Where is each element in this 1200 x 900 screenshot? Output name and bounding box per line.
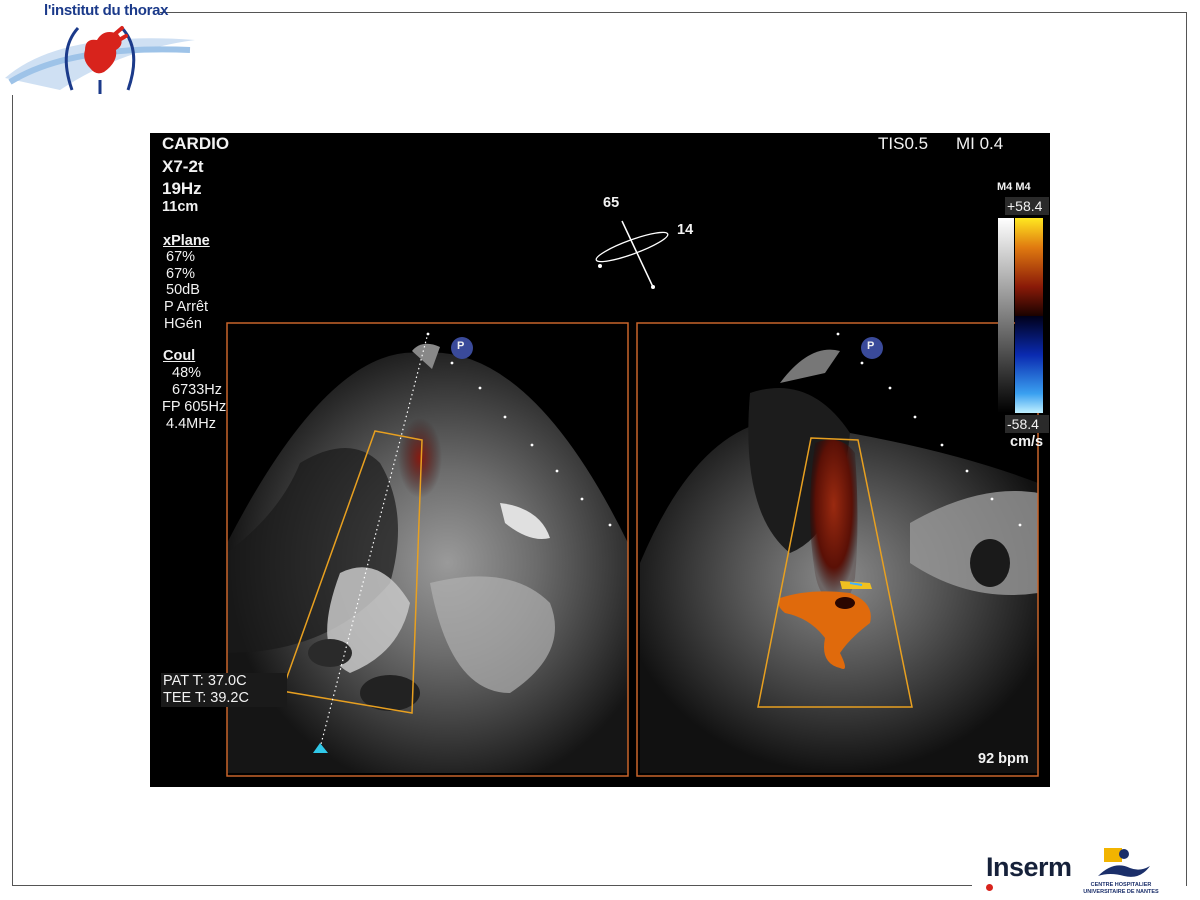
frame-bottom-line — [12, 885, 972, 886]
color-bar-min: -58.4 — [1007, 416, 1039, 432]
depth-label: 11cm — [162, 199, 199, 215]
xplane-line: P Arrêt — [164, 299, 209, 315]
probe-label: X7-2t — [162, 157, 204, 176]
frame-right-line — [1186, 12, 1187, 886]
color-line: FP 605Hz — [162, 399, 227, 415]
plane-marker-left: P — [457, 340, 465, 352]
brand-title: l'institut du thorax — [44, 2, 169, 19]
angle-primary: 65 — [603, 195, 620, 211]
institut-thorax-logo — [5, 26, 195, 94]
chu-nantes-logo-icon — [1098, 848, 1150, 877]
tis-label: TIS0.5 — [878, 134, 929, 153]
xplane-line: 50dB — [166, 282, 200, 298]
color-bar-label: M4 M4 — [997, 181, 1031, 193]
xplane-line: HGén — [164, 316, 202, 332]
color-bar-max: +58.4 — [1007, 198, 1043, 214]
ultrasound-image: CARDIO X7-2t 19Hz 11cm xPlane 67% 67% 50… — [150, 133, 1050, 787]
color-line: 4.4MHz — [166, 416, 216, 432]
inserm-logo-text: Inserm — [986, 852, 1072, 882]
color-heading: Coul — [163, 348, 196, 364]
color-bar-unit: cm/s — [1010, 434, 1044, 450]
inserm-dot-icon — [986, 884, 993, 891]
mode-label: CARDIO — [162, 134, 230, 153]
plane-marker-right: P — [867, 340, 875, 352]
xplane-heading: xPlane — [163, 233, 210, 249]
xplane-line: 67% — [166, 249, 196, 265]
probe-temperature: TEE T: 39.2C — [161, 690, 287, 707]
frame-left-line — [12, 95, 13, 886]
frame-top-line — [160, 12, 1187, 13]
heart-rate: 92 bpm — [978, 751, 1029, 767]
chu-line-1: CENTRE HOSPITALIER — [1090, 882, 1152, 888]
color-line: 48% — [172, 365, 202, 381]
frame-rate-label: 19Hz — [162, 179, 202, 198]
color-line: 6733Hz — [172, 382, 222, 398]
angle-secondary: 14 — [677, 222, 694, 238]
chu-nantes-text: CENTRE HOSPITALIER UNIVERSITAIRE DE NANT… — [1083, 882, 1159, 895]
patient-temperature: PAT T: 37.0C — [161, 673, 287, 690]
mi-label: MI 0.4 — [956, 134, 1004, 153]
chu-line-2: UNIVERSITAIRE DE NANTES — [1083, 888, 1159, 895]
xplane-line: 67% — [166, 266, 196, 282]
